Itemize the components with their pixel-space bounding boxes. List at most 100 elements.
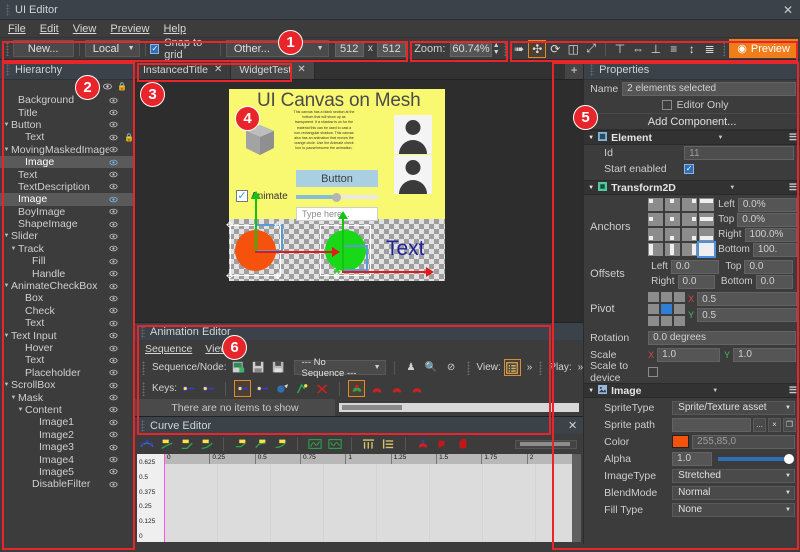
curve-zoom-scrollbar[interactable] — [515, 440, 577, 449]
align-middle-vertical-icon[interactable]: ↕ — [683, 40, 701, 58]
y-axis-arrow-orange[interactable] — [255, 199, 257, 251]
x-axis-arrow-green[interactable] — [342, 271, 427, 273]
save-as-sequence-icon[interactable] — [270, 359, 287, 376]
scale-x-input[interactable]: 1.0 — [657, 348, 720, 362]
eye-icon[interactable] — [109, 443, 118, 452]
hierarchy-item-text[interactable]: Text🔒 — [0, 131, 134, 143]
pivot-preset-5[interactable] — [674, 304, 685, 314]
spritetype-combo[interactable]: Sprite/Texture asset ▼ — [672, 401, 795, 415]
eye-icon[interactable] — [109, 120, 118, 129]
hierarchy-item-mask[interactable]: ▼Mask — [0, 391, 134, 403]
hierarchy-item-image3[interactable]: Image3 — [0, 441, 134, 453]
resize-handle-icon[interactable]: ✥ — [226, 220, 234, 231]
imagetype-combo[interactable]: Stretched ▼ — [672, 469, 795, 483]
hierarchy-item-image[interactable]: Image — [0, 193, 134, 205]
pivot-preset-4[interactable] — [661, 304, 672, 314]
lock-icon[interactable]: 🔒 — [117, 82, 125, 91]
fit-vertical-icon[interactable] — [380, 436, 397, 453]
curve-after-icon[interactable] — [326, 436, 343, 453]
y-axis-arrow-green[interactable] — [342, 219, 344, 271]
key-left-icon[interactable] — [434, 436, 451, 453]
eye-icon[interactable] — [109, 331, 118, 340]
align-right-icon[interactable]: ≣ — [701, 40, 719, 58]
fit-horizontal-icon[interactable] — [360, 436, 377, 453]
anchor-preset-3-3[interactable] — [699, 243, 714, 256]
anchor-preset-2-2[interactable] — [682, 228, 697, 241]
anchor-preset-2-0[interactable] — [648, 228, 663, 241]
anchor-preset-0-3[interactable] — [699, 198, 714, 211]
offset-right-input[interactable]: 0.0 — [678, 275, 715, 289]
offset-left-input[interactable]: 0.0 — [671, 260, 720, 274]
scale-y-input[interactable]: 1.0 — [733, 348, 796, 362]
eye-icon[interactable] — [109, 220, 118, 229]
anim-menu-sequence[interactable]: Sequence — [145, 343, 192, 355]
hierarchy-tree[interactable]: BackgroundTitle▼ButtonText🔒▼MovingMasked… — [0, 93, 134, 544]
expander-icon[interactable]: ▼ — [9, 395, 18, 401]
anchor-preset-0-0[interactable] — [648, 198, 663, 211]
anchor-preset-1-3[interactable] — [699, 213, 714, 226]
eye-icon[interactable] — [109, 170, 118, 179]
hierarchy-item-movingmaskedimage[interactable]: ▼MovingMaskedImage — [0, 144, 134, 156]
expander-icon[interactable]: ▼ — [2, 233, 11, 239]
snap-none-icon[interactable] — [348, 380, 365, 397]
curve-before-icon[interactable] — [306, 436, 323, 453]
eye-icon[interactable] — [109, 381, 118, 390]
tangent-out-step-icon[interactable] — [232, 436, 249, 453]
eye-icon[interactable] — [109, 368, 118, 377]
menu-icon[interactable]: ☰ — [789, 182, 796, 193]
cut-key-icon[interactable] — [314, 380, 331, 397]
eye-icon[interactable] — [109, 269, 118, 278]
hierarchy-item-image5[interactable]: Image5 — [0, 466, 134, 478]
move-tool-icon[interactable]: ✣ — [528, 40, 546, 58]
hierarchy-item-placeholder[interactable]: Placeholder — [0, 367, 134, 379]
section-image[interactable]: ▼ Image ▼ ☰ — [584, 383, 800, 398]
menu-file[interactable]: File — [8, 23, 26, 35]
resize-handle-icon[interactable]: ✥ — [226, 271, 234, 282]
offset-bottom-input[interactable]: 0.0 — [756, 275, 793, 289]
slider-handle[interactable] — [332, 193, 341, 202]
add-node-icon[interactable]: ♟ — [403, 359, 420, 376]
pivot-y-input[interactable]: 0.5 — [697, 308, 797, 322]
chevron-down-icon[interactable]: ▼ — [588, 135, 594, 141]
canvas-animate-checkbox[interactable]: ✓ Animate — [236, 190, 288, 202]
new-sequence-icon[interactable] — [230, 359, 247, 376]
coordinate-space-combo[interactable]: Local ▼ — [85, 40, 140, 57]
eye-icon[interactable] — [109, 455, 118, 464]
copy-key-icon[interactable] — [294, 380, 311, 397]
anchor-left-input[interactable]: 0.0% — [738, 198, 797, 212]
scrollbar-thumb[interactable] — [520, 442, 570, 446]
tangent-in-smooth-icon[interactable] — [198, 436, 215, 453]
menu-view[interactable]: View — [73, 23, 97, 35]
animation-timeline-scroll[interactable] — [335, 399, 583, 416]
anchor-preset-3-2[interactable] — [682, 243, 697, 256]
next-key-icon[interactable] — [200, 380, 217, 397]
eye-icon[interactable] — [109, 480, 118, 489]
hierarchy-item-track[interactable]: ▼Track — [0, 243, 134, 255]
hierarchy-item-image4[interactable]: Image4 — [0, 453, 134, 465]
hierarchy-item-handle[interactable]: Handle — [0, 267, 134, 279]
zoom-input[interactable]: 60.74% — [450, 41, 491, 57]
pivot-preset-3[interactable] — [648, 304, 659, 314]
add-component-button[interactable]: Add Component... — [584, 113, 800, 130]
eye-icon[interactable] — [109, 158, 118, 167]
find-node-icon[interactable]: 🔍 — [423, 359, 440, 376]
tangent-auto-icon[interactable] — [138, 436, 155, 453]
snap-magnet-2-icon[interactable] — [388, 380, 405, 397]
filltype-combo[interactable]: None ▼ — [672, 503, 795, 517]
anchor-bottom-input[interactable]: 100. — [753, 243, 797, 257]
hierarchy-item-image[interactable]: Image — [0, 156, 134, 168]
anchor-preset-3-1[interactable] — [665, 243, 680, 256]
hierarchy-item-shapeimage[interactable]: ShapeImage — [0, 218, 134, 230]
expander-icon[interactable]: ▼ — [2, 333, 11, 339]
add-key-icon[interactable] — [234, 380, 251, 397]
close-icon[interactable]: ✕ — [568, 419, 577, 432]
canvas-height-input[interactable]: 512 — [377, 41, 406, 57]
eye-icon[interactable] — [109, 405, 118, 414]
hierarchy-item-background[interactable]: Background — [0, 94, 134, 106]
tab-widgettest[interactable]: WidgetTest ✕ — [231, 60, 314, 79]
color-value[interactable]: 255,85,0 — [692, 435, 795, 449]
delete-key-icon[interactable] — [254, 380, 271, 397]
tab-instancedtitle[interactable]: InstancedTitle ✕ — [135, 60, 231, 79]
expander-icon[interactable]: ▼ — [16, 407, 25, 413]
menu-preview[interactable]: Preview — [110, 23, 149, 35]
